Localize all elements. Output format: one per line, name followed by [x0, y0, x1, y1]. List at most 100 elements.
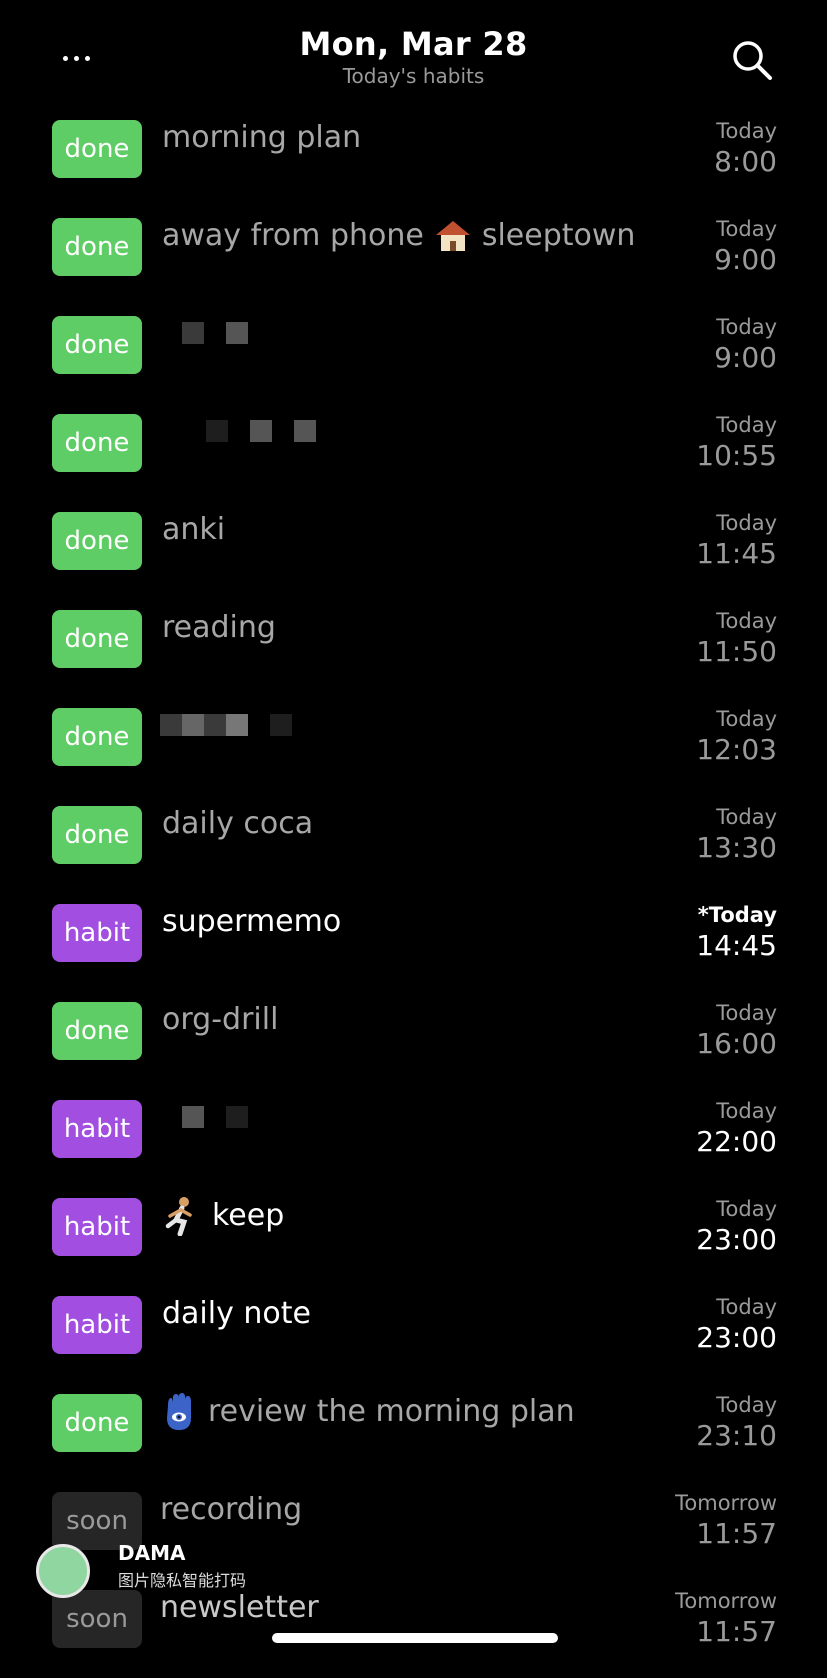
house-icon — [435, 221, 470, 251]
habit-name: away from phone sleeptown — [162, 216, 635, 256]
redaction-block — [294, 420, 316, 442]
habit-name-suffix: sleeptown — [481, 218, 636, 253]
habit-name: org-drill — [162, 1000, 278, 1040]
header-titles: Mon, Mar 28 Today's habits — [0, 24, 827, 90]
habit-row[interactable]: done daily coca Today 13:30 — [0, 796, 827, 894]
habit-time: 11:57 — [696, 1615, 777, 1648]
habit-row[interactable]: done anki Today 11:45 — [0, 502, 827, 600]
habit-row[interactable]: done morning plan Today 8:00 — [0, 110, 827, 208]
habit-day: *Today — [697, 903, 777, 927]
habit-row[interactable]: done review the morning plan Today 23:10 — [0, 1384, 827, 1482]
redaction-block — [182, 714, 204, 736]
habit-name-text: anki — [162, 512, 226, 547]
redaction-block — [250, 420, 272, 442]
habit-day: Today — [716, 1393, 777, 1417]
status-badge[interactable]: done — [52, 414, 142, 472]
habit-day: Today — [716, 1295, 777, 1319]
redaction-block — [226, 322, 248, 344]
habit-schedule: Today 13:30 — [696, 804, 777, 866]
habit-schedule: Tomorrow 11:57 — [675, 1588, 777, 1650]
habit-row[interactable]: habit daily note Today 23:00 — [0, 1286, 827, 1384]
habit-schedule: Today 9:00 — [714, 216, 777, 278]
habit-name-text: review the morning plan — [208, 1394, 575, 1429]
redaction-block — [182, 322, 204, 344]
habit-schedule: Today 12:03 — [696, 706, 777, 768]
habit-day: Today — [716, 805, 777, 829]
status-badge[interactable]: habit — [52, 1296, 142, 1354]
habit-time: 9:00 — [714, 341, 777, 374]
habit-row[interactable]: habit keep Today 23:00 — [0, 1188, 827, 1286]
habit-row[interactable]: done reading Today 11:50 — [0, 600, 827, 698]
habit-name-redacted — [160, 714, 292, 736]
habit-time: 23:00 — [696, 1321, 777, 1354]
redaction-block — [226, 1106, 248, 1128]
habit-schedule: Today 23:00 — [696, 1196, 777, 1258]
habit-time: 8:00 — [714, 145, 777, 178]
app-header: Mon, Mar 28 Today's habits — [0, 0, 827, 110]
habit-day: Today — [716, 413, 777, 437]
habit-time: 14:45 — [696, 929, 777, 962]
status-badge[interactable]: done — [52, 1002, 142, 1060]
habit-time: 11:45 — [696, 537, 777, 570]
habit-day: Today — [716, 1001, 777, 1025]
habit-row[interactable]: done away from phone sleeptown Today 9:0… — [0, 208, 827, 306]
habit-name-text: keep — [212, 1198, 285, 1233]
habit-name: recording — [160, 1490, 302, 1530]
status-badge[interactable]: done — [52, 1394, 142, 1452]
status-badge[interactable]: done — [52, 316, 142, 374]
habit-day: Today — [716, 609, 777, 633]
habit-schedule: Today 9:00 — [714, 314, 777, 376]
habit-name-text: away from phone — [162, 218, 424, 253]
page-subtitle: Today's habits — [342, 64, 485, 88]
status-badge[interactable]: habit — [52, 904, 142, 962]
habit-day: Today — [716, 217, 777, 241]
habit-day: Today — [716, 1197, 777, 1221]
habit-name: morning plan — [162, 118, 361, 158]
habit-schedule: Today 10:55 — [696, 412, 777, 474]
habit-name: daily coca — [162, 804, 313, 844]
status-badge[interactable]: habit — [52, 1198, 142, 1256]
status-badge[interactable]: done — [52, 610, 142, 668]
status-badge[interactable]: done — [52, 120, 142, 178]
habit-name: daily note — [162, 1294, 311, 1334]
habit-row[interactable]: done org-drill Today 16:00 — [0, 992, 827, 1090]
habit-day: Today — [716, 1099, 777, 1123]
habit-name-redacted — [182, 1106, 248, 1128]
habit-row[interactable]: habit Today 22:00 — [0, 1090, 827, 1188]
redaction-block — [160, 714, 182, 736]
redaction-block — [270, 714, 292, 736]
habit-name-text: recording — [160, 1492, 303, 1527]
watermark: DAMA 图片隐私智能打码 — [36, 1540, 296, 1610]
habit-schedule: Today 23:10 — [696, 1392, 777, 1454]
habit-schedule: Tomorrow 11:57 — [675, 1490, 777, 1552]
status-badge[interactable]: habit — [52, 1100, 142, 1158]
habit-name: review the morning plan — [162, 1392, 575, 1432]
status-badge[interactable]: done — [52, 806, 142, 864]
habit-time: 12:03 — [696, 733, 777, 766]
redaction-block — [206, 420, 228, 442]
habit-name-redacted — [206, 420, 316, 442]
habit-list: done morning plan Today 8:00 done away f… — [0, 110, 827, 1678]
home-indicator[interactable] — [272, 1633, 558, 1643]
redaction-block — [226, 714, 248, 736]
habit-schedule: Today 22:00 — [696, 1098, 777, 1160]
habit-time: 11:50 — [696, 635, 777, 668]
habit-row[interactable]: done Today 10:55 — [0, 404, 827, 502]
watermark-subtitle: 图片隐私智能打码 — [118, 1571, 247, 1590]
habit-row[interactable]: done Today 9:00 — [0, 306, 827, 404]
habit-time: 10:55 — [696, 439, 777, 472]
habit-time: 11:57 — [696, 1517, 777, 1550]
search-icon[interactable] — [728, 36, 776, 84]
status-badge[interactable]: done — [52, 218, 142, 276]
habit-time: 13:30 — [696, 831, 777, 864]
habit-schedule: Today 11:45 — [696, 510, 777, 572]
habit-day: Today — [716, 119, 777, 143]
habit-schedule: Today 11:50 — [696, 608, 777, 670]
habit-row[interactable]: habit supermemo *Today 14:45 — [0, 894, 827, 992]
status-badge[interactable]: done — [52, 708, 142, 766]
status-badge[interactable]: done — [52, 512, 142, 570]
habit-time: 23:00 — [696, 1223, 777, 1256]
habit-schedule: Today 8:00 — [714, 118, 777, 180]
page-title: Mon, Mar 28 — [299, 25, 528, 63]
habit-row[interactable]: done Today 12:03 — [0, 698, 827, 796]
